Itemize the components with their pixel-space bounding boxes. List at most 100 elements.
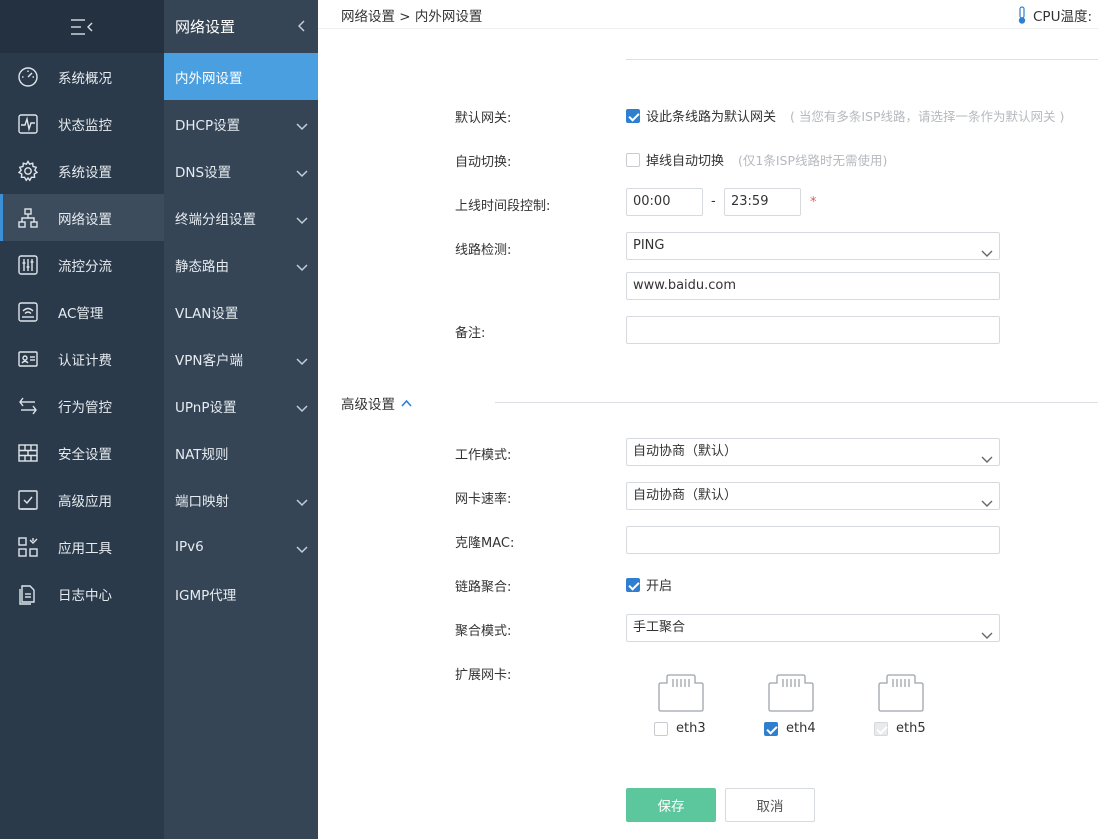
subnav-item-label: IGMP代理 (175, 587, 237, 604)
swap-arrows-icon (16, 394, 40, 418)
nav-item-behavior-control[interactable]: 行为管控 (0, 382, 164, 429)
ethernet-port-icon (657, 673, 705, 713)
nav-item-status-monitor[interactable]: 状态监控 (0, 100, 164, 147)
nav-item-advanced-apps[interactable]: 高级应用 (0, 476, 164, 523)
subnav-item-label: IPv6 (175, 538, 204, 555)
work-mode-label: 工作模式: (455, 448, 512, 463)
chevron-down-icon (981, 492, 993, 507)
thermometer-icon (1018, 6, 1026, 24)
chevron-down-icon (981, 242, 993, 257)
subnav-item-vlan[interactable]: VLAN设置 (164, 288, 318, 335)
subnav-item-upnp[interactable]: UPnP设置 (164, 382, 318, 429)
port-eth5-label: eth5 (896, 721, 926, 736)
secondary-sidebar-title: 网络设置 (175, 18, 236, 36)
nav-item-log-center[interactable]: 日志中心 (0, 570, 164, 617)
port-eth3[interactable]: eth3 (654, 721, 706, 736)
chevron-down-icon (296, 354, 308, 365)
collapse-chevron-left-icon[interactable] (297, 18, 306, 36)
subnav-item-igmp-proxy[interactable]: IGMP代理 (164, 570, 318, 617)
breadcrumb: 网络设置 > 内外网设置 (341, 9, 483, 25)
chevron-down-icon (981, 624, 993, 639)
subnav-item-wan-lan[interactable]: 内外网设置 (164, 53, 318, 100)
nav-item-label: 系统设置 (58, 164, 112, 181)
nav-item-system-settings[interactable]: 系统设置 (0, 147, 164, 194)
nav-item-label: 系统概况 (58, 70, 112, 87)
firewall-icon (16, 441, 40, 465)
port-eth3-checkbox[interactable] (654, 721, 668, 736)
nic-speed-label: 网卡速率: (455, 492, 512, 507)
line-detect-label: 线路检测: (455, 243, 512, 258)
link-agg-checkbox[interactable] (626, 577, 640, 592)
remark-label: 备注: (455, 326, 486, 341)
chevron-down-icon (296, 542, 308, 553)
primary-nav-list: 系统概况 状态监控 系统设置 网络设置 流控分流 AC管理 认证计费 行为管控 (0, 53, 164, 617)
menu-collapse-toggle[interactable] (0, 0, 164, 53)
work-mode-value: 自动协商（默认） (633, 444, 738, 459)
subnav-item-label: VLAN设置 (175, 305, 239, 322)
ethernet-port-icon (767, 673, 815, 713)
nav-item-label: 网络设置 (58, 211, 112, 228)
nav-item-auth-billing[interactable]: 认证计费 (0, 335, 164, 382)
save-button[interactable]: 保存 (626, 788, 716, 822)
clone-mac-input[interactable] (626, 526, 1000, 554)
cancel-button[interactable]: 取消 (725, 788, 815, 822)
work-mode-select[interactable]: 自动协商（默认） (626, 438, 1000, 466)
subnav-item-ipv6[interactable]: IPv6 (164, 523, 318, 570)
port-eth5: eth5 (874, 721, 926, 736)
online-time-end-input[interactable]: 23:59 (724, 188, 801, 216)
nic-speed-value: 自动协商（默认） (633, 488, 738, 503)
port-eth4[interactable]: eth4 (764, 721, 816, 736)
chevron-down-icon (296, 260, 308, 271)
line-detect-method-select[interactable]: PING (626, 232, 1000, 260)
secondary-sidebar-header: 网络设置 (164, 0, 318, 53)
advanced-settings-toggle[interactable]: 高级设置 (341, 393, 412, 413)
nav-item-app-tools[interactable]: 应用工具 (0, 523, 164, 570)
ethernet-port-icon (877, 673, 925, 713)
line-detect-target-input[interactable]: www.baidu.com (626, 272, 1000, 300)
gauge-icon (16, 65, 40, 89)
remark-input[interactable] (626, 316, 1000, 344)
nav-item-label: 应用工具 (58, 540, 112, 557)
subnav-item-dns[interactable]: DNS设置 (164, 147, 318, 194)
header-divider (318, 28, 1098, 29)
nav-item-label: 安全设置 (58, 446, 112, 463)
nav-item-system-overview[interactable]: 系统概况 (0, 53, 164, 100)
nav-item-label: 行为管控 (58, 399, 112, 416)
nav-item-network-settings[interactable]: 网络设置 (0, 194, 164, 241)
log-files-icon (16, 582, 40, 606)
agg-mode-select[interactable]: 手工聚合 (626, 614, 1000, 642)
wifi-router-icon (16, 300, 40, 324)
subnav-item-label: UPnP设置 (175, 399, 237, 416)
default-gateway-checkbox-text: 设此条线路为默认网关 (646, 110, 777, 125)
nic-speed-select[interactable]: 自动协商（默认） (626, 482, 1000, 510)
checked-document-icon (16, 488, 40, 512)
online-time-start-input[interactable]: 00:00 (626, 188, 703, 216)
subnav-item-port-mapping[interactable]: 端口映射 (164, 476, 318, 523)
tools-grid-icon (16, 535, 40, 559)
auto-switch-checkbox[interactable] (626, 152, 640, 167)
subnav-item-nat-rules[interactable]: NAT规则 (164, 429, 318, 476)
subnav-item-terminal-groups[interactable]: 终端分组设置 (164, 194, 318, 241)
nav-item-flow-control[interactable]: 流控分流 (0, 241, 164, 288)
chevron-down-icon (296, 401, 308, 412)
port-eth4-checkbox[interactable] (764, 721, 778, 736)
default-gateway-field: 设此条线路为默认网关 ( 当您有多条ISP线路，请选择一条作为默认网关 ) (626, 106, 1064, 125)
chevron-down-icon (296, 495, 308, 506)
cpu-temperature-label: CPU温度: (1033, 9, 1092, 25)
subnav-item-label: VPN客户端 (175, 352, 243, 369)
subnav-item-label: 终端分组设置 (175, 211, 256, 228)
port-eth3-label: eth3 (676, 721, 706, 736)
online-time-label: 上线时间段控制: (455, 199, 551, 214)
nav-item-security-settings[interactable]: 安全设置 (0, 429, 164, 476)
pulse-monitor-icon (16, 112, 40, 136)
default-gateway-checkbox[interactable] (626, 108, 640, 123)
subnav-item-static-route[interactable]: 静态路由 (164, 241, 318, 288)
auto-switch-checkbox-text: 掉线自动切换 (646, 154, 725, 169)
section-divider (626, 59, 1098, 60)
nav-item-ac-management[interactable]: AC管理 (0, 288, 164, 335)
nav-item-label: 状态监控 (58, 117, 112, 134)
port-eth4-label: eth4 (786, 721, 816, 736)
gear-icon (16, 159, 40, 183)
subnav-item-vpn-client[interactable]: VPN客户端 (164, 335, 318, 382)
subnav-item-dhcp[interactable]: DHCP设置 (164, 100, 318, 147)
